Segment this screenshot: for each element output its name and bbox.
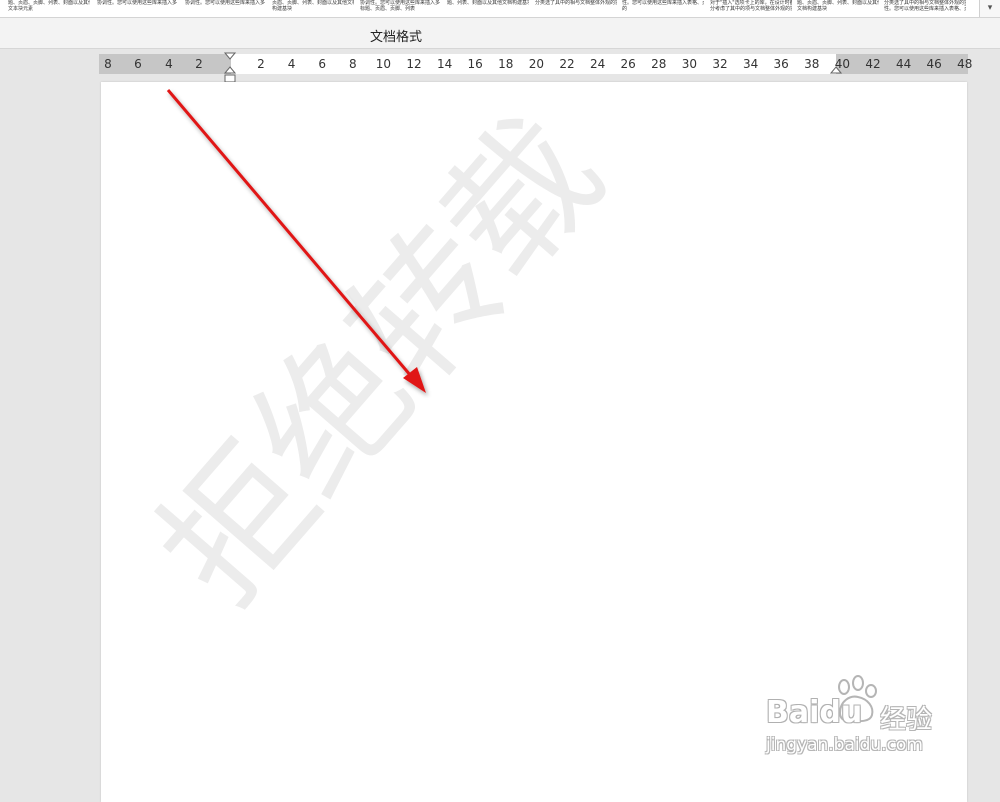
style-thumbnail[interactable]: 协调性。您可以使用这些库来插入多 — [185, 0, 267, 17]
thumbnail-text-line: 性。您可以使用这些库来插入表格、页 — [884, 6, 966, 12]
style-thumbnail[interactable]: 协调性。您可以使用这些库来插入多 — [97, 0, 179, 17]
ruler-number: 24 — [589, 57, 606, 71]
style-thumbnail[interactable]: 性。您可以使用这些库来插入表格、页的 — [622, 0, 704, 17]
ruler-number: 10 — [375, 57, 392, 71]
ruler-number: 8 — [348, 57, 357, 71]
baidu-jingyan-logo: Baidu 经验 jingyan.baidu.com — [760, 675, 950, 765]
ribbon-group-label: 文档格式 — [370, 30, 423, 45]
ruler-number: 2 — [195, 57, 203, 71]
horizontal-ruler[interactable]: 8 6 4 2 2 4 6 8 10 12 14 16 18 20 22 24 26 28 30 32 34 36 38 40… — [99, 52, 972, 83]
thumbnail-text-line: 文本块元素 — [8, 6, 34, 12]
ruler-number: 22 — [559, 57, 575, 71]
first-line-indent-marker[interactable] — [224, 52, 236, 61]
jingyan-text: 经验 — [880, 705, 933, 735]
style-thumbnail[interactable]: 题、页眉、页脚、列表、封面以及其他 文本块元素 — [8, 0, 90, 17]
ruler-number: 42 — [865, 57, 881, 71]
thumbnail-text-line: 协调性。您可以使用这些库来插入多 — [185, 0, 266, 6]
ruler-number: 2 — [257, 57, 265, 71]
thumbnail-text-line: 题、列表、封面以及其他文档构建基块。 — [447, 0, 529, 6]
thumbnail-text-line: 标题、页眉、页脚、列表 — [360, 6, 416, 12]
ruler-number: 28 — [651, 57, 667, 71]
style-gallery: 题、页眉、页脚、列表、封面以及其他 文本块元素 协调性。您可以使用这些库来插入多 协调… — [0, 0, 1000, 18]
ruler-number: 34 — [742, 57, 759, 71]
ruler-number: 18 — [498, 57, 514, 71]
baidu-brand-text: Baidu — [766, 695, 863, 730]
ruler-number: 14 — [436, 57, 453, 71]
style-thumbnail[interactable]: 对于"插入"选项卡上的库，在设计时都充 分考虑了其中的项与文档整体外观的协调 — [710, 0, 792, 17]
thumbnail-text-line: 分类选了具中的相与文档整体外观的协调 — [535, 0, 617, 6]
ruler-number: 4 — [287, 57, 296, 71]
ruler-number: 6 — [134, 57, 142, 71]
thumbnail-text-line: 性。您可以使用这些库来插入表格、页 — [622, 0, 704, 6]
hanging-indent-marker[interactable] — [224, 66, 236, 83]
ruler-number: 30 — [681, 57, 698, 71]
thumbnail-text-line: 协调性。您可以使用这些库来插入多 — [97, 0, 178, 6]
right-indent-marker[interactable] — [830, 66, 842, 75]
ruler-number: 48 — [957, 57, 973, 71]
thumbnail-text-line: 的 — [622, 6, 628, 12]
ruler-number: 12 — [406, 57, 422, 71]
style-thumbnail[interactable]: 题、页眉、页脚、列表、封面以及其他 文档构建基块 — [797, 0, 879, 17]
style-thumbnail[interactable]: 分类选了具中的相与文档整体外观的协调 性。您可以使用这些库来插入表格、页 — [884, 0, 966, 17]
ruler-number: 38 — [804, 57, 820, 71]
ribbon-group-bar: 文档格式 — [0, 18, 1000, 49]
ruler-number: 36 — [773, 57, 789, 71]
ruler-number: 4 — [165, 57, 173, 71]
ruler-number: 8 — [104, 57, 112, 71]
ruler-number: 6 — [318, 57, 327, 71]
style-thumbnail[interactable]: 协调性。您可以使用这些库来插入多 标题、页眉、页脚、列表 — [360, 0, 442, 17]
logo-url-text: jingyan.baidu.com — [766, 735, 923, 755]
ruler-number: 44 — [895, 57, 912, 71]
style-thumbnail[interactable]: 分类选了具中的相与文档整体外观的协调 — [535, 0, 617, 17]
ruler-number: 46 — [926, 57, 942, 71]
ruler-number: 32 — [712, 57, 728, 71]
thumbnail-text-line: 构建基块 — [272, 6, 293, 12]
thumbnail-text-line: 文档构建基块 — [797, 6, 828, 12]
gallery-more-icon[interactable]: ▾ — [979, 0, 1000, 17]
style-thumbnail[interactable]: 题、列表、封面以及其他文档构建基块。 — [447, 0, 529, 17]
style-thumbnail[interactable]: 页眉、页脚、列表、封面以及其他文档 构建基块 — [272, 0, 354, 17]
thumbnail-text-line: 分考虑了其中的项与文档整体外观的协调 — [710, 6, 792, 12]
ruler-number: 20 — [528, 57, 545, 71]
ruler-number: 26 — [620, 57, 636, 71]
